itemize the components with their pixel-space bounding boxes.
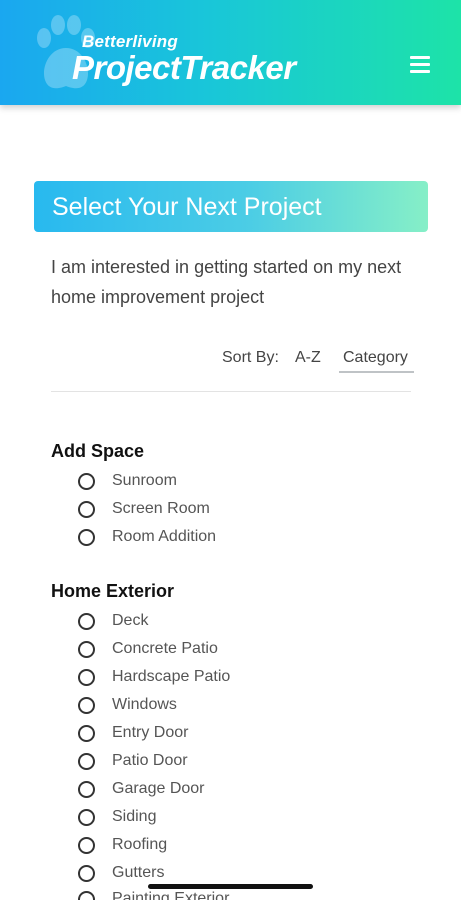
project-option-sunroom[interactable]: Sunroom bbox=[78, 470, 177, 492]
project-option-deck[interactable]: Deck bbox=[78, 610, 148, 632]
sort-label: Sort By: bbox=[222, 349, 279, 366]
option-label: Concrete Patio bbox=[112, 640, 218, 657]
radio-button[interactable] bbox=[78, 864, 95, 882]
option-label: Siding bbox=[112, 808, 157, 825]
option-label: Room Addition bbox=[112, 528, 217, 545]
option-label: Entry Door bbox=[112, 724, 189, 741]
project-option-garage-door[interactable]: Garage Door bbox=[78, 778, 205, 800]
category-heading-home-exterior: Home Exterior bbox=[51, 581, 175, 601]
option-label: Roofing bbox=[112, 836, 168, 853]
radio-button[interactable] bbox=[78, 472, 95, 490]
radio-button[interactable] bbox=[78, 808, 95, 826]
radio-button[interactable] bbox=[78, 696, 95, 714]
project-option-entry-door[interactable]: Entry Door bbox=[78, 722, 188, 744]
option-label: Garage Door bbox=[112, 780, 205, 797]
radio-button[interactable] bbox=[78, 752, 95, 770]
option-label: Windows bbox=[112, 696, 177, 713]
option-label: Hardscape Patio bbox=[112, 668, 231, 685]
section-banner: Select Your Next Project bbox=[34, 181, 428, 232]
option-label: Deck bbox=[112, 612, 149, 629]
project-option-roofing[interactable]: Roofing bbox=[78, 834, 167, 856]
option-label: Screen Room bbox=[112, 500, 210, 517]
option-label: Patio Door bbox=[112, 752, 188, 769]
option-label: Sunroom bbox=[112, 472, 177, 489]
radio-button[interactable] bbox=[78, 640, 95, 658]
project-option-windows[interactable]: Windows bbox=[78, 694, 177, 716]
project-option-concrete-patio[interactable]: Concrete Patio bbox=[78, 638, 218, 660]
radio-button[interactable] bbox=[78, 724, 95, 742]
radio-button[interactable] bbox=[78, 612, 95, 630]
hamburger-menu-icon[interactable] bbox=[410, 56, 430, 74]
radio-button[interactable] bbox=[78, 668, 95, 686]
project-option-screen-room[interactable]: Screen Room bbox=[78, 498, 210, 520]
section-title: Select Your Next Project bbox=[52, 193, 322, 221]
radio-button[interactable] bbox=[78, 500, 95, 518]
radio-button[interactable] bbox=[78, 780, 95, 798]
option-label: Painting Exterior bbox=[112, 890, 230, 900]
option-label: Gutters bbox=[112, 864, 165, 881]
radio-button[interactable] bbox=[78, 890, 95, 900]
project-option-painting-exterior[interactable]: Painting Exterior bbox=[78, 888, 229, 900]
radio-button[interactable] bbox=[78, 836, 95, 854]
project-option-room-addition[interactable]: Room Addition bbox=[78, 526, 216, 548]
category-heading-add-space: Add Space bbox=[51, 441, 145, 461]
home-indicator[interactable] bbox=[148, 884, 313, 889]
sort-az-option[interactable]: A-Z bbox=[295, 349, 321, 367]
project-option-hardscape-patio[interactable]: Hardscape Patio bbox=[78, 666, 230, 688]
app-header: Betterliving ProjectTracker bbox=[0, 0, 461, 105]
project-select-screen: Betterliving ProjectTracker Select Your … bbox=[0, 0, 461, 900]
project-option-siding[interactable]: Siding bbox=[78, 806, 156, 828]
divider bbox=[51, 391, 411, 392]
radio-button[interactable] bbox=[78, 528, 95, 546]
project-option-patio-door[interactable]: Patio Door bbox=[78, 750, 188, 772]
sort-category-option[interactable]: Category bbox=[339, 349, 414, 373]
project-option-gutters[interactable]: Gutters bbox=[78, 862, 164, 884]
brand-title: ProjectTracker bbox=[72, 49, 296, 86]
intro-text: I am interested in getting started on my… bbox=[51, 257, 402, 307]
